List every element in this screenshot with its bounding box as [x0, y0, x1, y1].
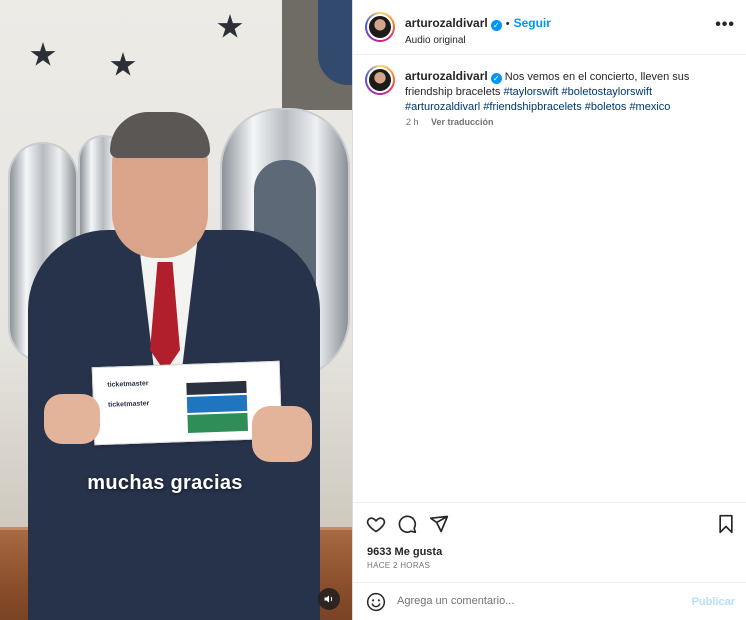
reel-video[interactable]: ticketmaster ticketmaster muchas gracias — [0, 0, 352, 620]
right-hand — [252, 406, 312, 462]
hashtag-link[interactable]: #boletos — [585, 101, 627, 113]
follow-button[interactable]: Seguir — [514, 16, 551, 30]
speaker-icon — [324, 595, 333, 603]
hashtag-link[interactable]: #mexico — [629, 101, 670, 113]
star-decoration — [110, 52, 136, 76]
person-hair — [110, 112, 210, 158]
left-hand — [44, 394, 100, 444]
avatar[interactable] — [365, 12, 395, 42]
avatar[interactable] — [365, 65, 395, 95]
ticket-brand: ticketmaster — [107, 400, 150, 409]
ticket-brand: ticketmaster — [107, 380, 149, 389]
author-username[interactable]: arturozaldivarl — [405, 16, 488, 30]
post-header: arturozaldivarl ✓ • Seguir Audio original •… — [353, 0, 746, 55]
action-bar — [353, 502, 746, 540]
verified-badge-icon: ✓ — [490, 73, 502, 84]
post-time: HACE 2 HORAS — [367, 561, 431, 570]
separator-dot: • — [505, 18, 510, 30]
emoji-icon[interactable] — [366, 592, 386, 612]
star-decoration — [30, 42, 56, 66]
star-decoration — [217, 14, 243, 38]
translate-button[interactable]: Ver traducción — [431, 117, 494, 127]
like-count[interactable]: 9633 Me gusta — [367, 546, 442, 558]
audio-toggle-button[interactable] — [318, 588, 340, 610]
share-icon[interactable] — [429, 514, 449, 534]
comment-icon[interactable] — [397, 514, 417, 534]
comment-input[interactable] — [397, 595, 677, 607]
post-panel: arturozaldivarl ✓ • Seguir Audio original •… — [352, 0, 746, 620]
publish-button[interactable]: Publicar — [692, 596, 735, 608]
verified-badge-icon: ✓ — [490, 20, 502, 31]
blue-balloon — [318, 0, 352, 85]
heart-icon[interactable] — [366, 514, 386, 534]
hashtag-link[interactable]: #boletostaylorswift — [562, 86, 653, 98]
bookmark-icon[interactable] — [716, 514, 736, 534]
caption-meta: 2 h Ver traducción — [406, 117, 494, 127]
more-options-icon[interactable]: ••• — [715, 16, 735, 34]
caption-username[interactable]: arturozaldivarl — [405, 69, 488, 83]
header-info: arturozaldivarl ✓ • Seguir Audio original — [405, 14, 551, 46]
audio-label[interactable]: Audio original — [405, 35, 551, 46]
ticket-stub — [186, 380, 249, 438]
video-subtitle: muchas gracias — [87, 472, 243, 494]
hashtag-link[interactable]: #friendshipbracelets — [483, 101, 581, 113]
hashtag-link[interactable]: #arturozaldivarl — [405, 101, 480, 113]
comment-bar: Publicar — [353, 582, 746, 620]
hashtag-link[interactable]: #taylorswift — [503, 86, 558, 98]
caption-age: 2 h — [406, 117, 419, 127]
post-caption: arturozaldivarl ✓ Nos vemos en el concier… — [405, 69, 725, 115]
